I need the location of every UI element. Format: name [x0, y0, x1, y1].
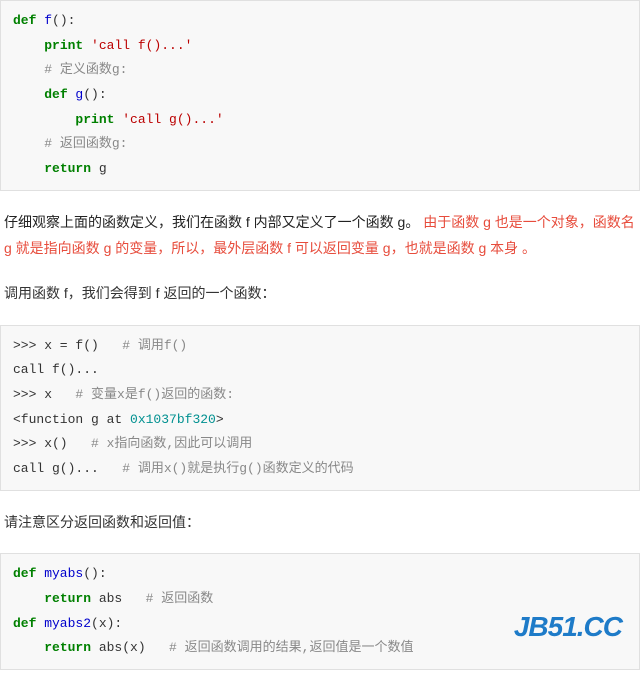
comment: # 定义函数g: [44, 62, 127, 77]
string: 'call f()...' [91, 38, 192, 53]
indent [13, 591, 44, 606]
text: g [91, 161, 107, 176]
comment: # x指向函数,因此可以调用 [91, 436, 252, 451]
code-block-3: def myabs(): return abs # 返回函数 def myabs… [0, 553, 640, 670]
indent [13, 62, 44, 77]
fn-name: myabs [36, 566, 83, 581]
punct: (): [83, 566, 106, 581]
hex-number: 0x1037bf320 [130, 412, 216, 427]
kw-def: def [13, 566, 36, 581]
output-line: call g()... [13, 461, 122, 476]
punct: (x): [91, 616, 122, 631]
paragraph-1: 仔细观察上面的函数定义，我们在函数 f 内部又定义了一个函数 g。 由于函数 g… [0, 209, 640, 262]
repl-line: >>> x [13, 387, 75, 402]
text: abs [91, 591, 146, 606]
kw-print: print [75, 112, 114, 127]
indent [13, 112, 75, 127]
comment: # 返回函数调用的结果,返回值是一个数值 [169, 640, 413, 655]
para1-text: 仔细观察上面的函数定义，我们在函数 f 内部又定义了一个函数 g。 [4, 214, 419, 230]
comment: # 调用x()就是执行g()函数定义的代码 [122, 461, 353, 476]
comment: # 变量x是f()返回的函数: [75, 387, 234, 402]
indent [13, 87, 44, 102]
fn-name: f [36, 13, 52, 28]
text: abs(x) [91, 640, 169, 655]
kw-def: def [13, 616, 36, 631]
kw-print: print [44, 38, 83, 53]
comment: # 返回函数g: [44, 136, 127, 151]
kw-def: def [44, 87, 67, 102]
indent [13, 161, 44, 176]
code-block-2: >>> x = f() # 调用f() call f()... >>> x # … [0, 325, 640, 491]
code-block-1: def f(): print 'call f()...' # 定义函数g: de… [0, 0, 640, 191]
comment: # 调用f() [122, 338, 187, 353]
indent [13, 136, 44, 151]
punct: (): [83, 87, 106, 102]
comment: # 返回函数 [146, 591, 214, 606]
fn-name: myabs2 [36, 616, 91, 631]
paragraph-3: 请注意区分返回函数和返回值： [0, 509, 640, 536]
repl-line: >>> x = f() [13, 338, 122, 353]
output-line: <function g at [13, 412, 130, 427]
paragraph-2: 调用函数 f，我们会得到 f 返回的一个函数： [0, 280, 640, 307]
fn-name: g [68, 87, 84, 102]
kw-return: return [44, 591, 91, 606]
output-line: call f()... [13, 362, 99, 377]
indent [13, 38, 44, 53]
kw-def: def [13, 13, 36, 28]
repl-line: >>> x() [13, 436, 91, 451]
indent [13, 640, 44, 655]
output-line: > [216, 412, 224, 427]
space [83, 38, 91, 53]
punct: (): [52, 13, 75, 28]
string: 'call g()...' [122, 112, 223, 127]
kw-return: return [44, 161, 91, 176]
kw-return: return [44, 640, 91, 655]
